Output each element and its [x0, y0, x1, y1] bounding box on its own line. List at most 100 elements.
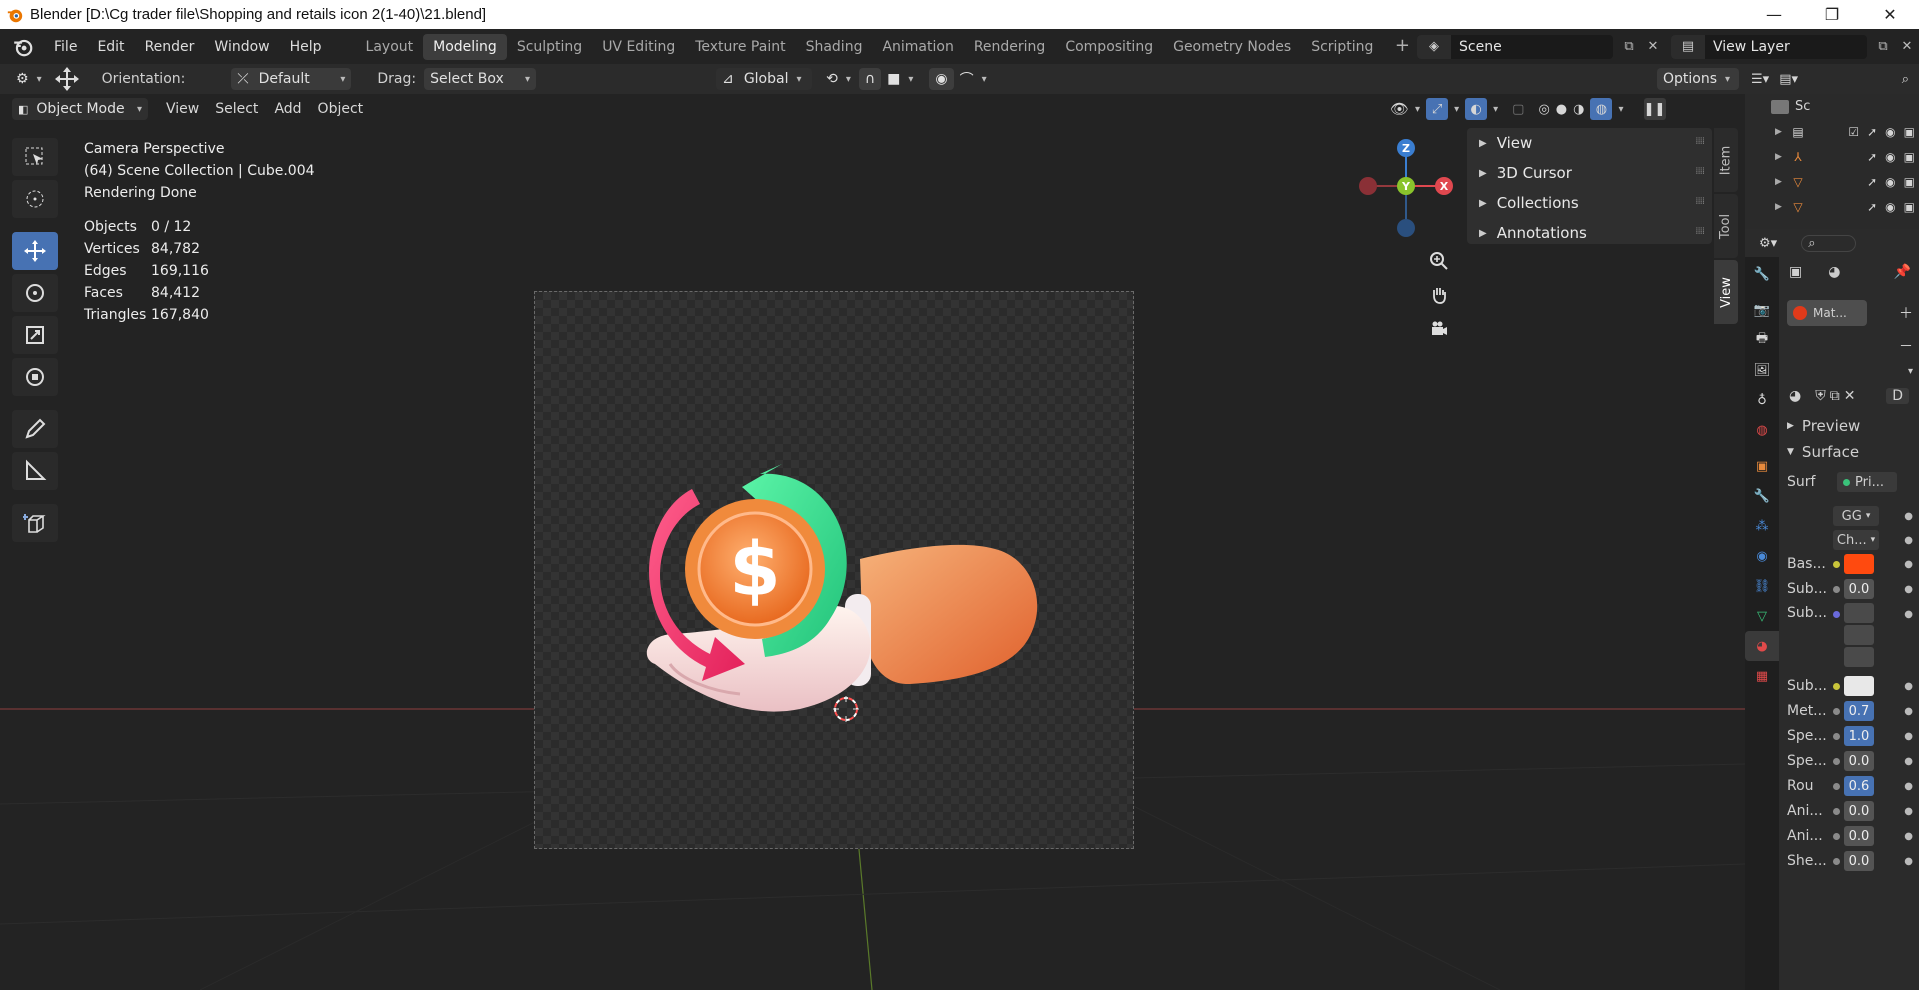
material-slot-list[interactable]: Mat... ＋	[1779, 293, 1919, 333]
overlays-toggle-icon[interactable]: ◐	[1465, 98, 1488, 120]
outliner-row[interactable]: ▶ ⅄ ➚ ◉ ▣	[1745, 144, 1919, 169]
material-props-icon[interactable]: ◕	[1745, 631, 1779, 661]
menu-edit[interactable]: Edit	[87, 34, 134, 60]
panel-preview[interactable]: ▶ Preview	[1779, 415, 1919, 437]
tool-props-icon[interactable]: 🔧	[1745, 259, 1779, 289]
panel-surface[interactable]: ▼ Surface	[1779, 441, 1919, 463]
eye-icon[interactable]: ◉	[1885, 175, 1895, 189]
view-layer-selector[interactable]: ▤ View Layer	[1671, 34, 1867, 59]
tab-item[interactable]: Item	[1714, 128, 1738, 192]
distribution-dropdown[interactable]: GG ▾	[1833, 506, 1879, 526]
checkbox-icon[interactable]: ☑	[1848, 125, 1859, 139]
subsurface-field[interactable]: 0.0	[1844, 579, 1874, 599]
chevron-down-icon[interactable]: ▾	[1415, 104, 1420, 115]
chevron-down-icon[interactable]: ▾	[1493, 104, 1498, 115]
menu-window[interactable]: Window	[204, 34, 279, 60]
tool-settings-dropdown[interactable]: ⚙ ▾	[10, 68, 48, 90]
delete-scene-icon[interactable]: ✕	[1641, 35, 1665, 59]
particles-props-icon[interactable]: ⁂	[1745, 511, 1779, 541]
metallic-field[interactable]: 0.7	[1844, 701, 1874, 721]
browse-value[interactable]: D	[1886, 388, 1909, 404]
keyframe-dot-icon[interactable]: ●	[1904, 806, 1913, 817]
fake-user-icon[interactable]: ⛨	[1815, 388, 1826, 404]
scene-selector[interactable]: ◈ Scene	[1417, 34, 1613, 59]
subsurface-color-swatch[interactable]	[1844, 676, 1874, 696]
select-arrow-icon[interactable]: ➚	[1867, 200, 1877, 214]
rendered-shading-icon[interactable]: ◍	[1590, 98, 1613, 120]
render-props-icon[interactable]: 📷	[1745, 295, 1779, 325]
tab-compositing[interactable]: Compositing	[1055, 34, 1163, 60]
delete-view-layer-icon[interactable]: ✕	[1895, 35, 1919, 59]
texture-props-icon[interactable]: ▦	[1745, 661, 1779, 691]
pause-render-icon[interactable]: ❚❚	[1643, 98, 1666, 120]
measure-tool[interactable]	[12, 452, 58, 490]
drag-grip-icon[interactable]: ⁞⁞⁞⁞	[1695, 226, 1705, 237]
snap-target-dropdown[interactable]: ■ ▾	[881, 68, 919, 90]
visibility-eye-icon[interactable]: 👁	[1390, 100, 1409, 118]
transform-space-dropdown[interactable]: ⊿ Global ▾	[716, 68, 813, 90]
select-arrow-icon[interactable]: ➚	[1867, 125, 1877, 139]
keyframe-dot-icon[interactable]: ●	[1904, 681, 1913, 692]
select-box-tool[interactable]	[12, 138, 58, 176]
add-cube-tool[interactable]	[12, 504, 58, 542]
select-arrow-icon[interactable]: ➚	[1867, 150, 1877, 164]
eye-icon[interactable]: ◉	[1885, 150, 1895, 164]
view-layer-props-icon[interactable]: 🖼	[1745, 355, 1779, 385]
data-props-icon[interactable]: ▽	[1745, 601, 1779, 631]
drag-grip-icon[interactable]: ⁞⁞⁞⁞	[1695, 166, 1705, 177]
minimize-button[interactable]: —	[1745, 0, 1803, 29]
add-workspace-button[interactable]: +	[1391, 35, 1413, 58]
chevron-down-icon[interactable]: ▾	[1618, 104, 1623, 115]
move-tool[interactable]	[12, 232, 58, 270]
anisotropic-field[interactable]: 0.0	[1844, 801, 1874, 821]
remove-slot-button[interactable]: －	[1899, 336, 1913, 356]
drag-dropdown[interactable]: Select Box ▾	[424, 68, 537, 90]
keyframe-dot-icon[interactable]: ●	[1904, 584, 1913, 595]
specular-tint-field[interactable]: 0.0	[1844, 751, 1874, 771]
menu-select[interactable]: Select	[207, 101, 266, 117]
keyframe-dot-icon[interactable]: ●	[1904, 706, 1913, 717]
orientation-dropdown[interactable]: ⤫ Default ▾	[231, 68, 352, 90]
output-props-icon[interactable]: 🖶	[1745, 325, 1779, 355]
panel-annotations[interactable]: ▶ Annotations ⁞⁞⁞⁞	[1467, 218, 1712, 248]
proportional-edit-toggle[interactable]: ◉	[929, 68, 954, 90]
keyframe-dot-icon[interactable]: ●	[1904, 856, 1913, 867]
panel-view[interactable]: ▶ View ⁞⁞⁞⁞	[1467, 128, 1712, 158]
camera-icon[interactable]: ▣	[1904, 150, 1915, 164]
annotate-tool[interactable]	[12, 410, 58, 448]
surface-shader-field[interactable]: Pri...	[1837, 472, 1897, 492]
add-slot-button[interactable]: ＋	[1899, 303, 1913, 323]
menu-object[interactable]: Object	[310, 101, 372, 117]
wireframe-shading-icon[interactable]: ◎	[1538, 102, 1549, 117]
panel-collections[interactable]: ▶ Collections ⁞⁞⁞⁞	[1467, 188, 1712, 218]
browse-material-icon[interactable]: ◕	[1789, 388, 1801, 404]
tab-scripting[interactable]: Scripting	[1301, 34, 1383, 60]
gizmo-neg-z-axis[interactable]	[1397, 219, 1415, 237]
subsurface-method-dropdown[interactable]: Ch... ▾	[1833, 530, 1879, 550]
chevron-down-icon[interactable]: ▾	[1454, 104, 1459, 115]
outliner-row[interactable]: ▶ ▽ ➚ ◉ ▣	[1745, 194, 1919, 219]
tab-animation[interactable]: Animation	[872, 34, 963, 60]
scene-props-icon[interactable]: ♁	[1745, 385, 1779, 415]
new-scene-icon[interactable]: ⧉	[1617, 35, 1641, 59]
drag-grip-icon[interactable]: ⁞⁞⁞⁞	[1695, 136, 1705, 147]
snap-toggle[interactable]: ∩	[858, 68, 882, 90]
camera-icon[interactable]: ▣	[1904, 200, 1915, 214]
duplicate-icon[interactable]: ⧉	[1830, 388, 1840, 404]
pan-hand-icon[interactable]	[1425, 278, 1453, 312]
tab-geometry-nodes[interactable]: Geometry Nodes	[1163, 34, 1301, 60]
3d-cursor-icon[interactable]	[831, 694, 861, 724]
keyframe-dot-icon[interactable]: ●	[1904, 535, 1913, 546]
chevron-down-icon[interactable]: ▾	[1908, 366, 1913, 377]
navigation-gizmo[interactable]: Z X Y	[1356, 136, 1456, 246]
tab-view[interactable]: View	[1714, 260, 1738, 324]
drag-grip-icon[interactable]: ⁞⁞⁞⁞	[1695, 196, 1705, 207]
transform-tool[interactable]	[12, 358, 58, 396]
zoom-icon[interactable]	[1425, 244, 1453, 278]
base-color-swatch[interactable]	[1844, 554, 1874, 574]
blender-menu-icon[interactable]	[12, 36, 34, 58]
material-shading-icon[interactable]: ◑	[1573, 102, 1584, 117]
falloff-dropdown[interactable]: ⌒ ▾	[954, 68, 993, 90]
tab-tool[interactable]: Tool	[1714, 194, 1738, 258]
physics-props-icon[interactable]: ◉	[1745, 541, 1779, 571]
